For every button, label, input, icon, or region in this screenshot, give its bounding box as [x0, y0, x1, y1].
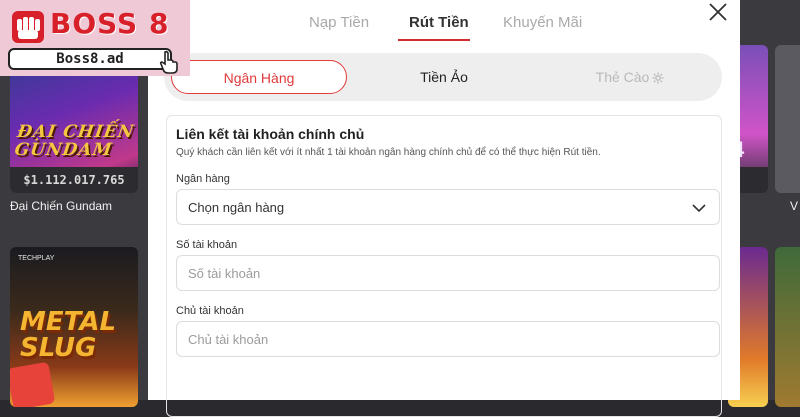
- close-button[interactable]: [704, 0, 732, 24]
- active-tab-underline: [398, 39, 470, 41]
- account-holder-label: Chủ tài khoản: [176, 305, 244, 317]
- method-crypto[interactable]: Tiền Ảo: [364, 60, 524, 94]
- game-card-far-right-bottom[interactable]: [775, 247, 800, 407]
- account-number-label: Số tài khoản: [176, 239, 238, 251]
- withdraw-modal: Nạp Tiền Rút Tiền Khuyến Mãi Ngân Hàng T…: [148, 0, 740, 417]
- withdraw-method-selector: Ngân Hàng Tiền Ảo Thẻ Cào: [164, 53, 722, 101]
- pointer-hand-icon: [159, 50, 178, 74]
- method-card-label: Thẻ Cào: [595, 69, 650, 85]
- form-title: Liên kết tài khoản chính chủ: [176, 126, 365, 142]
- brand-name: BOSS 8: [50, 7, 170, 40]
- game-art-text: ĐẠI CHIẾN GUNDAM: [13, 122, 136, 160]
- account-number-field: [176, 255, 720, 291]
- game-title[interactable]: V: [790, 199, 798, 213]
- transaction-tabs: Nạp Tiền Rút Tiền Khuyến Mãi: [148, 0, 740, 44]
- tab-promotions[interactable]: Khuyến Mãi: [503, 14, 582, 31]
- account-number-input[interactable]: [177, 256, 719, 290]
- fist-icon: [12, 11, 44, 43]
- brand-domain: Boss8.ad: [8, 48, 172, 70]
- badge-chip: [10, 361, 56, 407]
- game-title[interactable]: Đại Chiến Gundam: [10, 199, 150, 213]
- chevron-down-icon: [692, 204, 706, 213]
- account-holder-input[interactable]: [177, 322, 719, 356]
- bank-select-value: Chọn ngân hàng: [188, 200, 285, 215]
- jackpot-amount: $1.112.017.765: [10, 167, 138, 193]
- form-description: Quý khách cần liên kết với ít nhất 1 tài…: [176, 147, 601, 158]
- game-card-far-right[interactable]: [775, 45, 800, 193]
- close-icon: [709, 3, 727, 21]
- method-bank[interactable]: Ngân Hàng: [171, 60, 347, 94]
- provider-tag: TECHPLAY: [18, 255, 55, 262]
- game-art-text: METAL SLUG: [20, 307, 117, 363]
- bank-select[interactable]: Chọn ngân hàng: [176, 189, 720, 225]
- account-holder-field: [176, 321, 720, 357]
- method-card[interactable]: Thẻ Cào: [550, 60, 710, 94]
- tab-withdraw[interactable]: Rút Tiền: [409, 14, 469, 31]
- brand-logo: BOSS 8 Boss8.ad: [0, 0, 190, 76]
- game-card-metal-slug[interactable]: TECHPLAY METAL SLUG: [10, 247, 138, 407]
- gear-icon: [652, 72, 664, 84]
- bank-label: Ngân hàng: [176, 173, 230, 185]
- bank-link-form: Liên kết tài khoản chính chủ Quý khách c…: [166, 115, 722, 417]
- tab-deposit[interactable]: Nạp Tiền: [309, 14, 369, 31]
